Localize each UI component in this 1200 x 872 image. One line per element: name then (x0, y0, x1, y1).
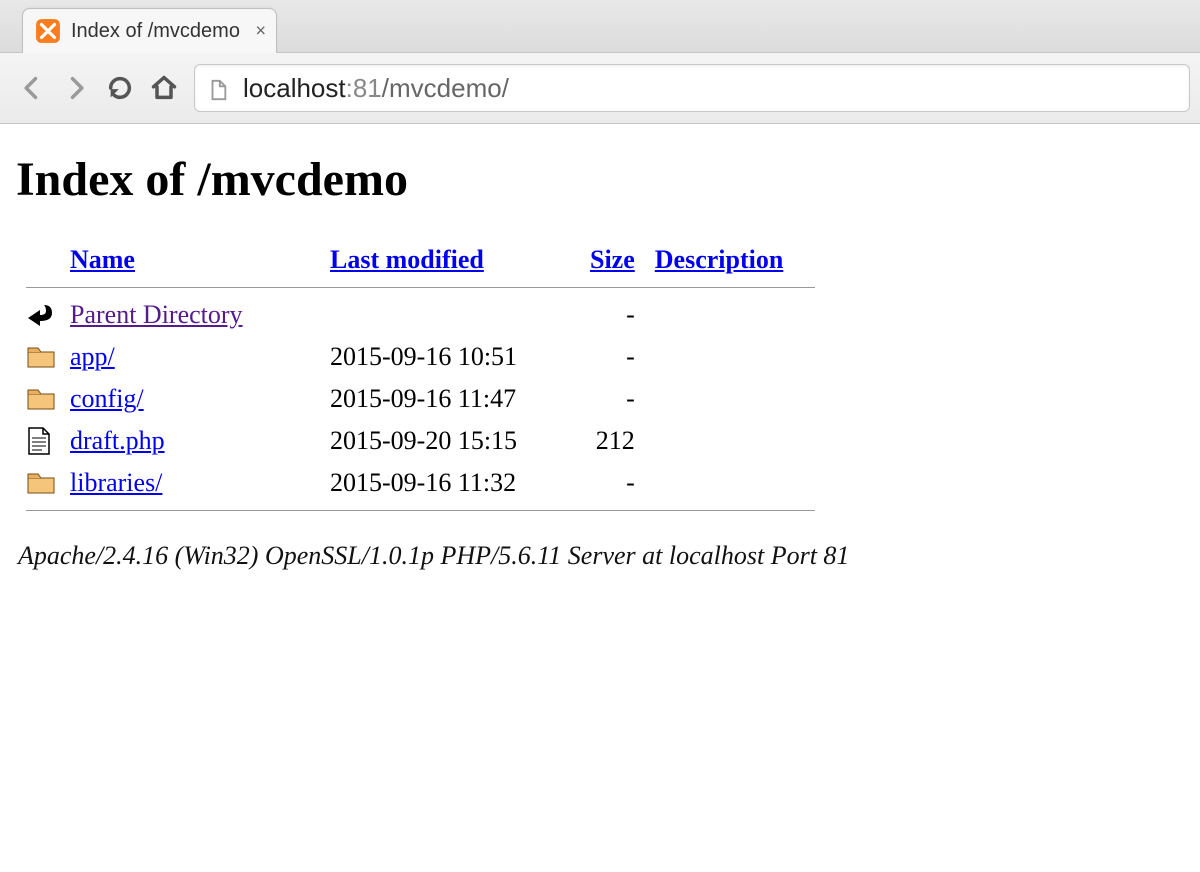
header-description[interactable]: Description (651, 239, 831, 281)
server-signature: Apache/2.4.16 (Win32) OpenSSL/1.0.1p PHP… (18, 541, 1184, 571)
directory-listing: Name Last modified Size Description Pare… (22, 239, 831, 517)
divider (26, 287, 815, 288)
listing-name[interactable]: draft.php (66, 420, 326, 462)
folder-icon (22, 378, 66, 420)
listing-header-row: Name Last modified Size Description (22, 239, 831, 281)
listing-description (651, 378, 831, 420)
url-port: :81 (346, 73, 382, 104)
listing-description (651, 420, 831, 462)
back-button[interactable] (10, 66, 54, 110)
listing-modified: 2015-09-16 11:47 (326, 378, 586, 420)
address-bar[interactable]: localhost:81/mvcdemo/ (194, 64, 1190, 112)
listing-name[interactable]: libraries/ (66, 462, 326, 504)
parent-directory-row: Parent Directory - (22, 294, 831, 336)
parent-directory-link[interactable]: Parent Directory (66, 294, 326, 336)
folder-icon (22, 462, 66, 504)
listing-description (651, 462, 831, 504)
browser-toolbar: localhost:81/mvcdemo/ (0, 53, 1200, 124)
listing-name[interactable]: app/ (66, 336, 326, 378)
listing-modified: 2015-09-16 11:32 (326, 462, 586, 504)
url-path: /mvcdemo/ (382, 73, 509, 104)
listing-description (651, 336, 831, 378)
header-icon-cell (22, 239, 66, 281)
listing-size: - (586, 378, 651, 420)
back-arrow-icon (22, 294, 66, 336)
listing-modified: 2015-09-16 10:51 (326, 336, 586, 378)
listing-row: config/ 2015-09-16 11:47 - (22, 378, 831, 420)
url-host: localhost (243, 73, 346, 104)
forward-button[interactable] (54, 66, 98, 110)
listing-size: - (586, 336, 651, 378)
listing-modified: 2015-09-20 15:15 (326, 420, 586, 462)
page-icon (207, 77, 229, 99)
parent-modified (326, 294, 586, 336)
reload-button[interactable] (98, 66, 142, 110)
parent-size: - (586, 294, 651, 336)
browser-tab[interactable]: Index of /mvcdemo × (22, 8, 277, 53)
close-icon[interactable]: × (255, 21, 266, 42)
home-button[interactable] (142, 66, 186, 110)
tab-title: Index of /mvcdemo (71, 20, 240, 43)
listing-size: - (586, 462, 651, 504)
file-icon (22, 420, 66, 462)
listing-row: libraries/ 2015-09-16 11:32 - (22, 462, 831, 504)
divider (26, 510, 815, 511)
header-size[interactable]: Size (586, 239, 651, 281)
folder-icon (22, 336, 66, 378)
listing-row: draft.php 2015-09-20 15:15 212 (22, 420, 831, 462)
parent-description (651, 294, 831, 336)
page-content: Index of /mvcdemo Name Last modified Siz… (0, 124, 1200, 589)
tab-strip: Index of /mvcdemo × (0, 0, 1200, 53)
header-name[interactable]: Name (66, 239, 326, 281)
header-modified[interactable]: Last modified (326, 239, 586, 281)
listing-name[interactable]: config/ (66, 378, 326, 420)
xampp-icon (35, 18, 61, 44)
listing-size: 212 (586, 420, 651, 462)
page-title: Index of /mvcdemo (16, 152, 1184, 207)
listing-row: app/ 2015-09-16 10:51 - (22, 336, 831, 378)
